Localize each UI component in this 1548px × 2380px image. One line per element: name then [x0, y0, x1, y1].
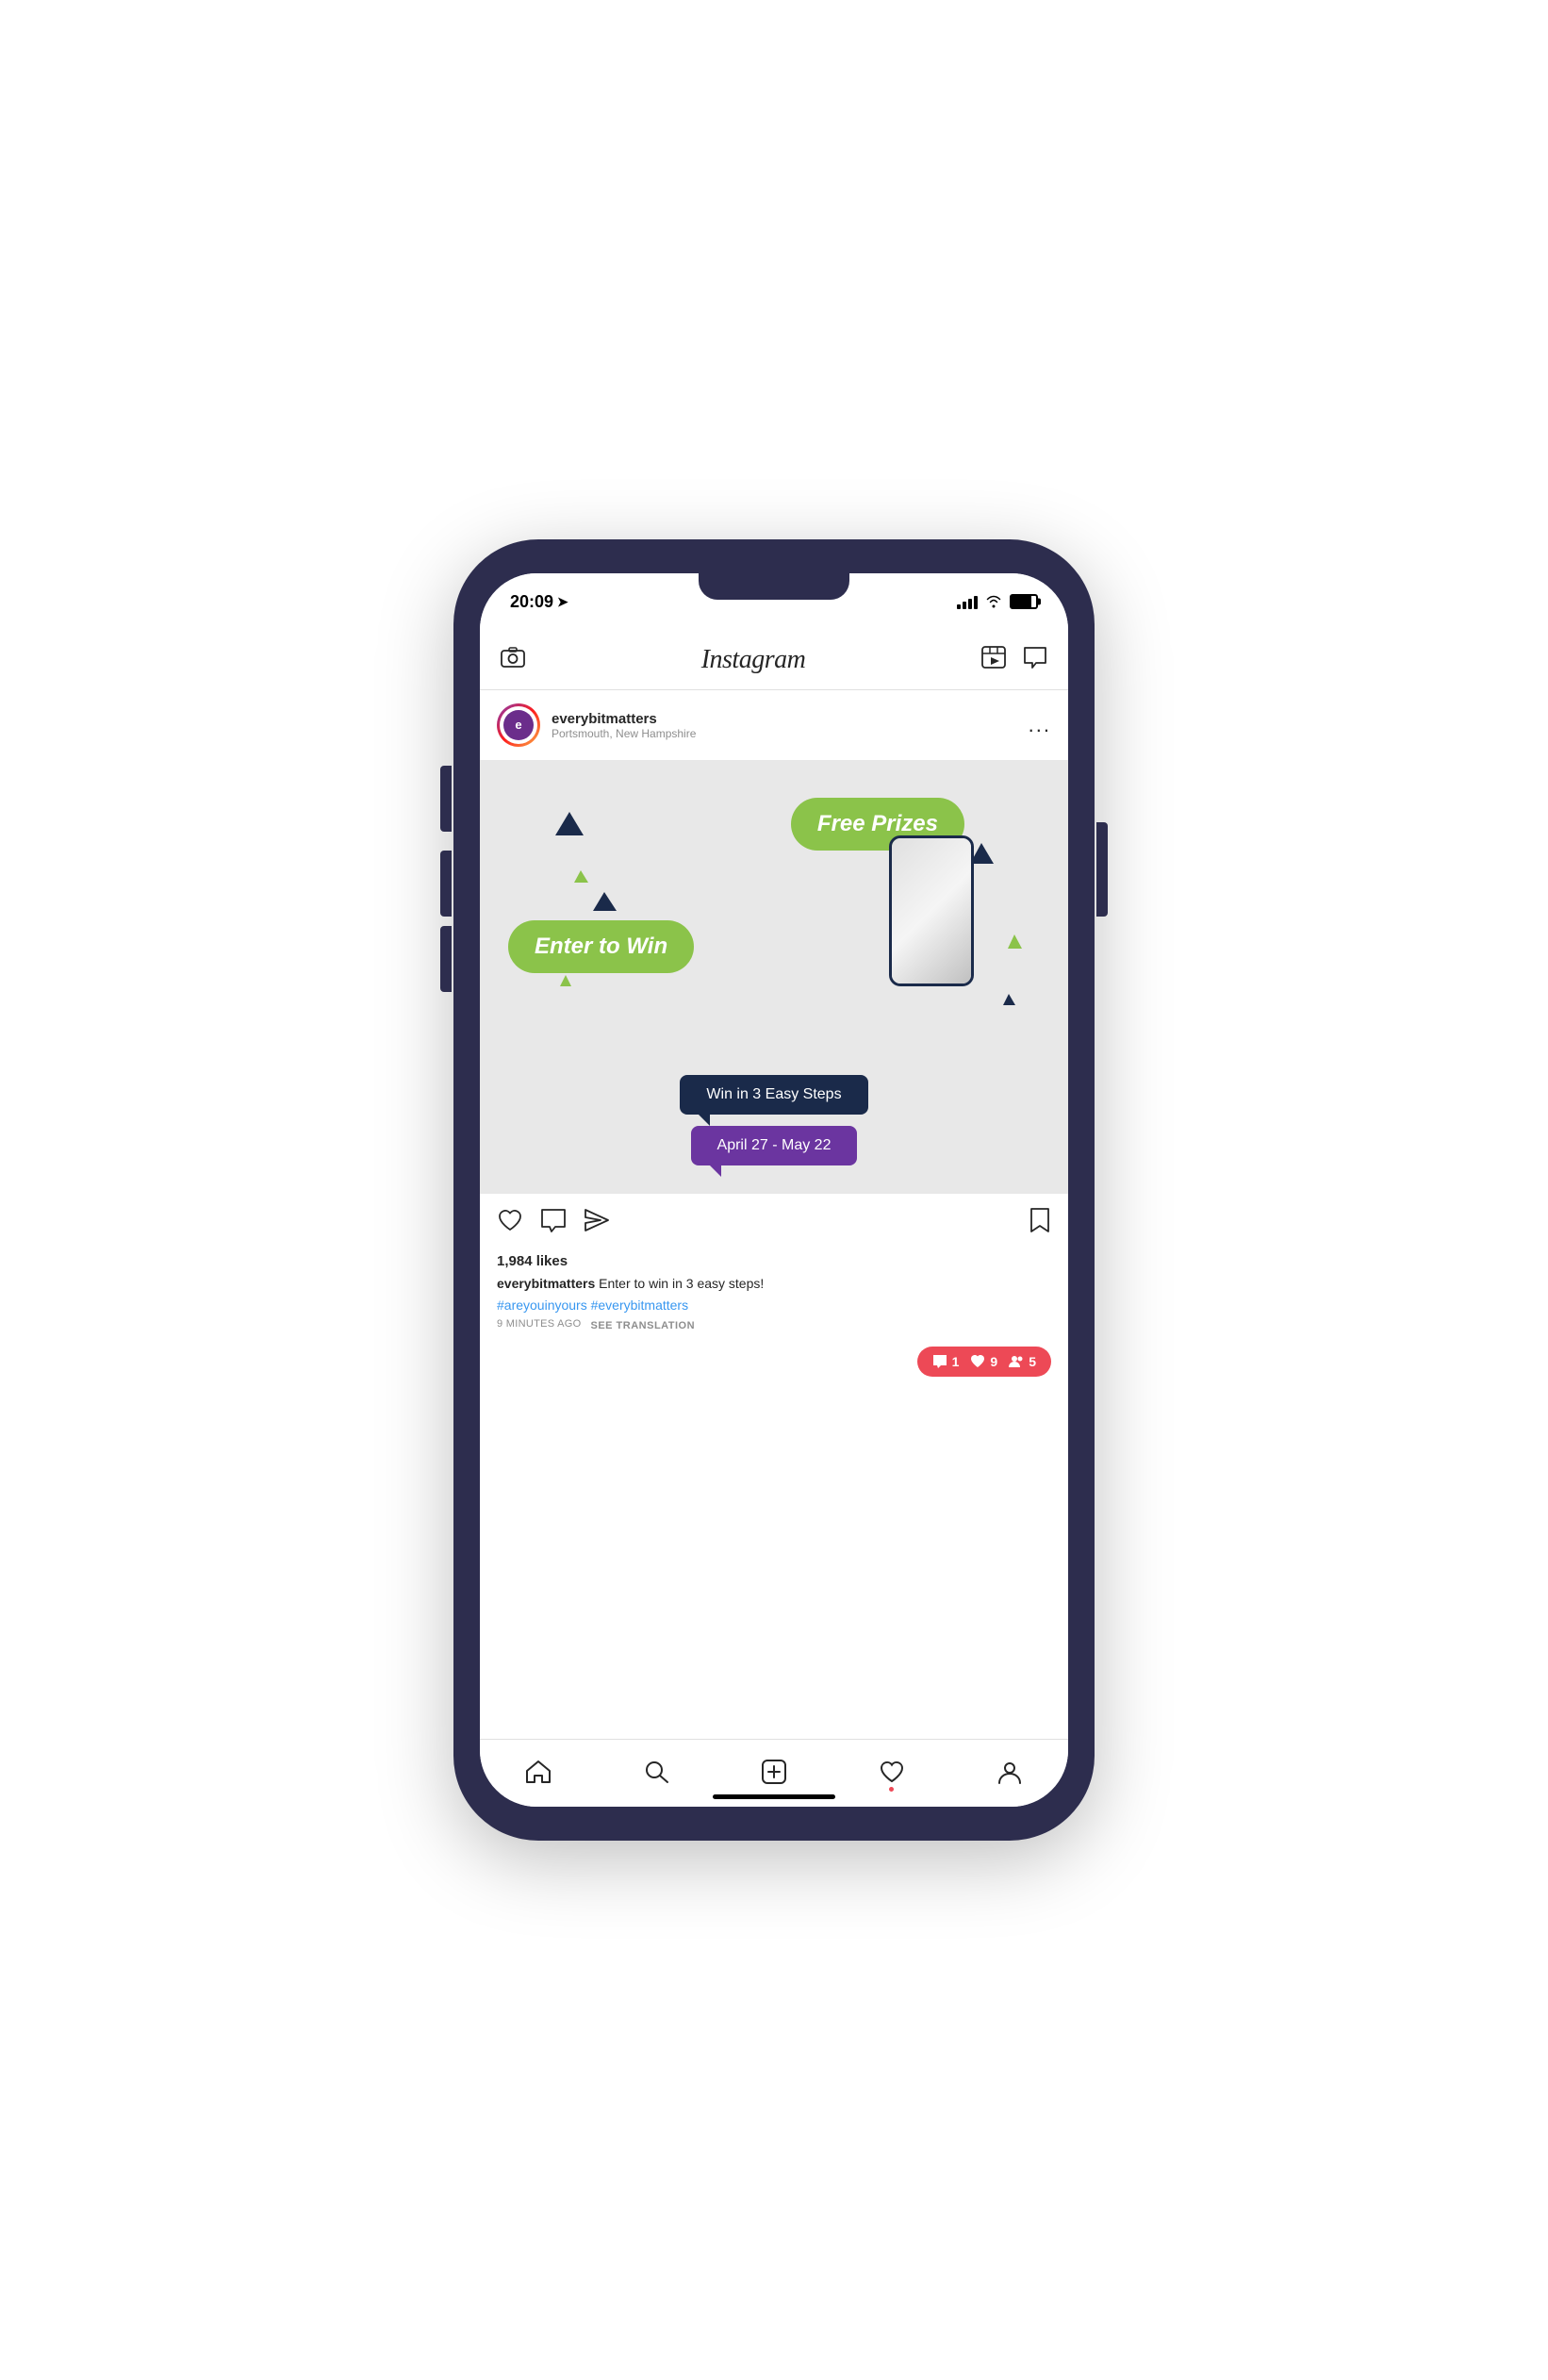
post-image-bottom: Win in 3 Easy Steps April 27 - May 22 [499, 1075, 1049, 1165]
signal-bars [957, 594, 978, 609]
like-button[interactable] [497, 1208, 523, 1239]
post-actions [480, 1194, 1068, 1253]
nav-profile[interactable] [996, 1760, 1023, 1784]
instagram-logo: Instagram [701, 645, 806, 675]
post-location: Portsmouth, New Hampshire [552, 727, 696, 740]
post-actions-left [497, 1208, 610, 1239]
likes-count: 1,984 likes [497, 1253, 1051, 1269]
status-bar: 20:09 ➤ [480, 573, 1068, 630]
heart-icon [879, 1760, 905, 1784]
status-icons [957, 594, 1038, 609]
comment-notification: 1 [932, 1354, 960, 1369]
reels-icon[interactable] [981, 646, 1006, 673]
battery-fill [1012, 596, 1031, 607]
avatar[interactable]: e [497, 703, 540, 747]
comment-notif-count: 1 [952, 1354, 960, 1369]
users-notification: 5 [1009, 1354, 1036, 1369]
nav-dot [889, 1787, 894, 1792]
post-header: e everybitmatters Portsmouth, New Hampsh… [480, 690, 1068, 760]
messages-icon[interactable] [1023, 646, 1047, 673]
svg-text:e: e [515, 718, 521, 732]
nav-heart[interactable] [879, 1760, 905, 1784]
notification-pill[interactable]: 1 9 5 [917, 1347, 1051, 1377]
likes-notification: 9 [970, 1354, 997, 1369]
avatar-inner: e [500, 706, 537, 744]
likes-notif-count: 9 [990, 1354, 997, 1369]
page-wrapper: 20:09 ➤ [0, 0, 1548, 2380]
search-icon [643, 1760, 669, 1784]
add-icon [761, 1760, 787, 1784]
caption-text: Enter to win in 3 easy steps! [599, 1276, 764, 1291]
see-translation[interactable]: SEE TRANSLATION [590, 1320, 695, 1331]
status-time: 20:09 ➤ [510, 592, 568, 612]
phone-graphic-screen [892, 838, 971, 983]
post-caption: everybitmatters Enter to win in 3 easy s… [497, 1275, 1051, 1294]
post-time: 9 MINUTES AGO [497, 1318, 581, 1330]
post-info: 1,984 likes everybitmatters Enter to win… [480, 1253, 1068, 1337]
phone-graphic [889, 835, 974, 986]
home-icon [525, 1760, 552, 1784]
share-button[interactable] [584, 1208, 610, 1239]
post-image: Free Prizes Enter to Win [480, 760, 1068, 1194]
post-user-info: everybitmatters Portsmouth, New Hampshir… [552, 711, 696, 740]
post-user: e everybitmatters Portsmouth, New Hampsh… [497, 703, 696, 747]
home-bar [713, 1794, 835, 1799]
post-more-button[interactable]: ... [1029, 713, 1051, 737]
users-notif-count: 5 [1029, 1354, 1036, 1369]
caption-username[interactable]: everybitmatters [497, 1276, 595, 1291]
steps-bubble: Win in 3 Easy Steps [680, 1075, 867, 1115]
nav-search[interactable] [643, 1760, 669, 1784]
date-bubble: April 27 - May 22 [691, 1126, 858, 1165]
profile-icon [996, 1760, 1023, 1784]
battery-icon [1010, 594, 1038, 609]
avatar-logo: e [503, 710, 534, 740]
nav-add[interactable] [761, 1760, 787, 1784]
post-hashtags[interactable]: #areyouinyours #everybitmatters [497, 1297, 1051, 1313]
enter-to-win-bubble: Enter to Win [508, 920, 694, 973]
instagram-header: Instagram [480, 630, 1068, 690]
location-arrow-icon: ➤ [557, 594, 568, 610]
notch [699, 573, 849, 600]
ig-header-right [981, 646, 1047, 673]
comment-button[interactable] [540, 1208, 567, 1239]
wifi-icon [985, 595, 1002, 608]
nav-home[interactable] [525, 1760, 552, 1784]
notification-area: 1 9 5 [480, 1337, 1068, 1386]
camera-icon[interactable] [501, 646, 525, 674]
post-username[interactable]: everybitmatters [552, 711, 696, 727]
bookmark-button[interactable] [1029, 1207, 1051, 1240]
phone-screen: 20:09 ➤ [480, 573, 1068, 1807]
phone-device: 20:09 ➤ [453, 539, 1095, 1841]
